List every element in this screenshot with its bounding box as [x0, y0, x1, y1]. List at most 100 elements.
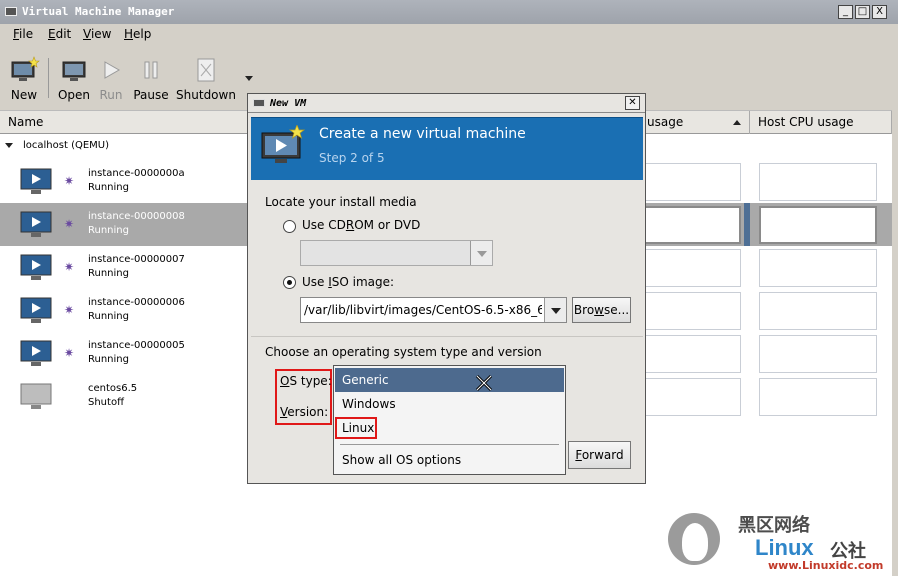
main-title: Virtual Machine Manager	[22, 5, 175, 18]
os-option-windows[interactable]: Windows	[335, 392, 564, 416]
os-type-label: OS type:	[280, 374, 332, 388]
host-label[interactable]: localhost (QEMU)	[23, 140, 109, 151]
vm-shutoff-icon	[20, 383, 54, 411]
cdrom-label-key: R	[345, 218, 355, 232]
dialog-heading: Create a new virtual machine	[319, 126, 526, 142]
dialog-title-bar: New VM	[248, 94, 645, 113]
vm-running-icon	[20, 211, 54, 239]
watermark: 黑区网络 Linux 公社 www.Linuxidc.com	[660, 505, 898, 576]
menu-bar: File Edit View Help	[0, 24, 898, 46]
menu-edit[interactable]: Edit	[48, 27, 71, 41]
close-button[interactable]: X	[872, 5, 887, 19]
pause-icon	[135, 56, 167, 86]
os-choose-label: Choose an operating system type and vers…	[265, 345, 542, 359]
dialog-step: Step 2 of 5	[319, 151, 385, 165]
iso-label-pre: Use	[302, 275, 329, 289]
dialog-banner: Create a new virtual machine Step 2 of 5	[251, 117, 643, 180]
browse-label-key: w	[594, 303, 604, 317]
vm-running-icon	[20, 297, 54, 325]
column-host-cpu[interactable]: Host CPU usage	[750, 111, 892, 134]
vm-running-icon	[20, 168, 54, 196]
browse-button[interactable]: Browse...	[572, 297, 631, 323]
expander-down-icon[interactable]	[5, 143, 13, 148]
version-label-post: ersion:	[287, 405, 329, 419]
iso-radio[interactable]	[283, 276, 296, 289]
os-type-popup: Generic Windows Linux Show all OS option…	[333, 365, 566, 475]
dialog-close-button[interactable]: ✕	[625, 96, 640, 110]
menu-help[interactable]: Help	[124, 27, 151, 41]
chevron-down-icon	[470, 241, 492, 265]
new-vm-icon	[8, 56, 40, 86]
vm-name: instance-0000000a	[88, 168, 185, 179]
gear-icon: ✷	[64, 217, 75, 231]
menu-view-label: iew	[90, 27, 112, 41]
gear-icon: ✷	[64, 174, 75, 188]
vm-running-icon	[20, 254, 54, 282]
cdrom-select	[300, 240, 493, 266]
gear-icon: ✷	[64, 346, 75, 360]
cdrom-radio[interactable]	[283, 220, 296, 233]
vm-status: Running	[88, 354, 129, 365]
popup-separator	[340, 444, 559, 445]
new-vm-icon	[259, 124, 307, 172]
gear-icon: ✷	[64, 260, 75, 274]
vm-status: Running	[88, 225, 129, 236]
host-cpu-graph	[759, 206, 877, 244]
shutdown-button[interactable]: Shutdown	[176, 50, 236, 102]
vm-name: instance-00000006	[88, 297, 185, 308]
app-icon	[5, 7, 17, 16]
cdrom-label[interactable]: Use CDROM or DVD	[302, 218, 420, 232]
iso-path-value[interactable]: /var/lib/libvirt/images/CentOS-6.5-x86_6…	[304, 303, 542, 317]
row-selection-edge	[882, 203, 892, 246]
os-option-show-all[interactable]: Show all OS options	[335, 448, 564, 472]
cdrom-label-pre: Use CD	[302, 218, 346, 232]
section-divider	[251, 336, 643, 337]
locate-media-label: Locate your install media	[265, 195, 417, 209]
host-cpu-graph	[759, 335, 877, 373]
dialog-app-icon	[253, 99, 265, 107]
iso-label[interactable]: Use ISO image:	[302, 275, 394, 289]
maximize-button[interactable]: □	[855, 5, 870, 19]
host-cpu-graph	[759, 163, 877, 201]
menu-help-label: elp	[133, 27, 152, 41]
pause-label: Pause	[133, 88, 169, 102]
host-cpu-graph	[759, 249, 877, 287]
menu-view[interactable]: View	[83, 27, 111, 41]
shutdown-icon	[190, 56, 222, 86]
vm-running-icon	[20, 340, 54, 368]
shutdown-dropdown-arrow[interactable]	[245, 76, 253, 81]
column-cpu-usage[interactable]: usage	[646, 111, 750, 134]
iso-path-combo[interactable]: /var/lib/libvirt/images/CentOS-6.5-x86_6…	[300, 297, 567, 323]
dialog-title: New VM	[270, 98, 307, 109]
os-option-generic[interactable]: Generic	[335, 368, 564, 392]
iso-label-post: SO image:	[331, 275, 395, 289]
vm-status: Running	[88, 182, 129, 193]
vm-name: instance-00000007	[88, 254, 185, 265]
pause-button[interactable]: Pause	[121, 50, 181, 102]
vm-name: instance-00000005	[88, 340, 185, 351]
vm-status: Running	[88, 311, 129, 322]
vm-status: Shutoff	[88, 397, 124, 408]
menu-help-key: H	[124, 27, 134, 41]
host-cpu-graph	[759, 292, 877, 330]
cdrom-label-post: OM or DVD	[354, 218, 421, 232]
vm-status: Running	[88, 268, 129, 279]
menu-file[interactable]: File	[13, 27, 33, 41]
minimize-button[interactable]: _	[838, 5, 853, 19]
watermark-cn: 黑区网络	[738, 515, 810, 536]
vm-name: instance-00000008	[88, 211, 185, 222]
forward-button[interactable]: Forward	[568, 441, 631, 469]
vm-name: centos6.5	[88, 383, 138, 394]
mouse-cursor-icon	[475, 374, 493, 395]
column-cpu-usage-label: usage	[647, 115, 684, 129]
os-option-linux[interactable]: Linux	[335, 416, 375, 440]
gear-icon: ✷	[64, 303, 75, 317]
browse-label-pre: Bro	[573, 303, 595, 317]
tux-body-icon	[682, 523, 708, 561]
column-name[interactable]: Name	[0, 111, 248, 134]
menu-edit-label: dit	[55, 27, 72, 41]
watermark-brand: Linux	[755, 535, 814, 560]
chevron-down-icon[interactable]	[544, 298, 566, 322]
version-label: Version:	[280, 405, 328, 419]
os-type-label-post: S type:	[289, 374, 332, 388]
